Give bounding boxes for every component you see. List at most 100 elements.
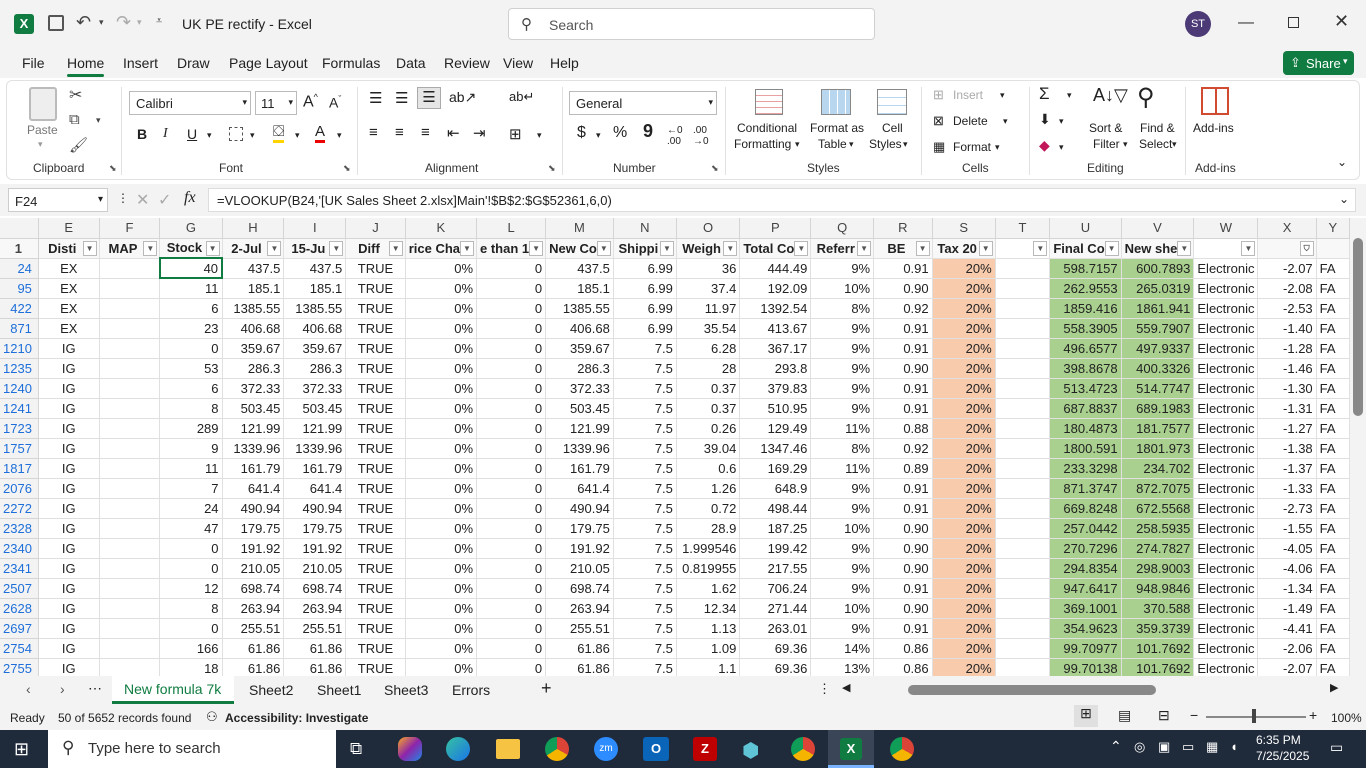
cell[interactable]: TRUE: [345, 258, 406, 279]
cell[interactable]: 0: [476, 458, 547, 479]
insert-function-icon[interactable]: fx: [184, 189, 196, 207]
cell[interactable]: [99, 538, 161, 559]
clear-icon[interactable]: ◆: [1039, 137, 1050, 154]
cell[interactable]: FA: [1316, 338, 1350, 359]
font-launcher-icon[interactable]: ⬊: [343, 163, 351, 174]
row-number[interactable]: 1210: [0, 338, 39, 359]
conditional-formatting-label-2[interactable]: Formatting: [734, 137, 791, 151]
cell[interactable]: 69.36: [739, 658, 812, 676]
user-avatar[interactable]: ST: [1185, 11, 1211, 37]
cell[interactable]: 0.92: [873, 438, 933, 459]
format-dropdown-icon[interactable]: ▾: [995, 142, 1000, 153]
cell[interactable]: 9%: [810, 558, 875, 579]
cell[interactable]: -2.06: [1257, 638, 1317, 659]
cell[interactable]: 9%: [810, 378, 875, 399]
cell[interactable]: 263.01: [739, 618, 812, 639]
cell-table[interactable]: E F G H I J K L M N O P Q R S T U V W X Y 1 Disti ▼ MAP ▼ Stock ▼ 2-…: [0, 218, 1350, 676]
paste-dropdown-icon[interactable]: ▾: [38, 139, 43, 150]
cell[interactable]: 0: [159, 618, 223, 639]
cell[interactable]: 406.68: [222, 318, 285, 339]
filter-dropdown-icon[interactable]: ▼: [794, 240, 809, 256]
cell[interactable]: 8%: [810, 298, 875, 319]
cell[interactable]: FA: [1316, 298, 1350, 319]
cell[interactable]: 0%: [405, 458, 478, 479]
clipboard-launcher-icon[interactable]: ⬊: [109, 163, 117, 174]
format-table-dropdown-icon[interactable]: ▾: [849, 139, 854, 150]
cell[interactable]: 192.09: [739, 278, 812, 299]
cell[interactable]: Electronic: [1193, 318, 1259, 339]
cell[interactable]: -1.37: [1257, 458, 1317, 479]
cell[interactable]: FA: [1316, 518, 1350, 539]
zoom-out-icon[interactable]: −: [1190, 707, 1198, 723]
insert-cells-label[interactable]: Insert: [953, 88, 983, 102]
cell[interactable]: [995, 518, 1051, 539]
cell[interactable]: 0: [476, 658, 547, 676]
align-left-icon[interactable]: ≡: [369, 124, 378, 141]
cell[interactable]: 0.91: [873, 398, 933, 419]
column-header[interactable]: L: [476, 218, 547, 239]
cell[interactable]: 255.51: [283, 618, 347, 639]
cell[interactable]: [99, 578, 161, 599]
restore-button[interactable]: [1288, 17, 1299, 28]
cell[interactable]: 1.999546: [676, 538, 741, 559]
cell[interactable]: 9%: [810, 618, 875, 639]
cell[interactable]: 7.5: [613, 378, 677, 399]
cell[interactable]: [995, 458, 1051, 479]
cell[interactable]: 121.99: [283, 418, 347, 439]
cell[interactable]: FA: [1316, 258, 1350, 279]
fill-color-icon[interactable]: ⛋: [273, 123, 285, 143]
row-number[interactable]: 2328: [0, 518, 39, 539]
cell[interactable]: 0: [476, 258, 547, 279]
cell[interactable]: 7.5: [613, 398, 677, 419]
cell[interactable]: 0.91: [873, 258, 933, 279]
page-break-view-icon[interactable]: ⊟: [1158, 707, 1170, 724]
row-number[interactable]: 2628: [0, 598, 39, 619]
sheet-tab-sheet3[interactable]: Sheet3: [384, 682, 428, 698]
cell[interactable]: 689.1983: [1121, 398, 1195, 419]
cell[interactable]: 0.90: [873, 358, 933, 379]
cell[interactable]: 6.28: [676, 338, 741, 359]
cell[interactable]: 20%: [932, 298, 996, 319]
cell[interactable]: -1.55: [1257, 518, 1317, 539]
cell[interactable]: 1801.973: [1121, 438, 1195, 459]
cell[interactable]: [995, 338, 1051, 359]
copy-dropdown-icon[interactable]: ▾: [96, 115, 101, 126]
cell[interactable]: 101.7692: [1121, 658, 1195, 676]
filter-dropdown-icon[interactable]: ▼: [1104, 240, 1119, 256]
row-number[interactable]: 95: [0, 278, 39, 299]
cell[interactable]: [99, 558, 161, 579]
cell[interactable]: 948.9846: [1121, 578, 1195, 599]
cell[interactable]: 69.36: [739, 638, 812, 659]
cell[interactable]: 437.5: [283, 258, 347, 279]
cell[interactable]: 496.6577: [1049, 338, 1122, 359]
cell[interactable]: -1.49: [1257, 598, 1317, 619]
cell[interactable]: 10%: [810, 518, 875, 539]
cell[interactable]: 20%: [932, 358, 996, 379]
cell[interactable]: 0: [476, 378, 547, 399]
cell[interactable]: 672.5568: [1121, 498, 1195, 519]
cell[interactable]: IG: [38, 458, 100, 479]
format-as-table-label-1[interactable]: Format as: [810, 121, 864, 135]
cell[interactable]: 20%: [932, 458, 996, 479]
clear-dropdown-icon[interactable]: ▾: [1059, 142, 1064, 153]
cell[interactable]: 61.86: [222, 658, 285, 676]
tray-camera-icon[interactable]: ◎: [1134, 739, 1145, 755]
redo-dropdown-icon[interactable]: ▾: [137, 17, 142, 28]
cell[interactable]: 359.67: [222, 338, 285, 359]
delete-cells-icon[interactable]: ⊠: [933, 113, 944, 129]
cell[interactable]: 47: [159, 518, 223, 539]
cell[interactable]: [995, 258, 1051, 279]
cell[interactable]: Electronic: [1193, 638, 1259, 659]
cell[interactable]: 271.44: [739, 598, 812, 619]
cell[interactable]: 0.90: [873, 538, 933, 559]
cell[interactable]: 0: [476, 478, 547, 499]
delete-dropdown-icon[interactable]: ▾: [1003, 116, 1008, 127]
cell[interactable]: Electronic: [1193, 498, 1259, 519]
cell[interactable]: TRUE: [345, 618, 406, 639]
cell[interactable]: 185.1: [222, 278, 285, 299]
save-icon[interactable]: [48, 15, 64, 31]
cell[interactable]: 7.5: [613, 358, 677, 379]
cell[interactable]: 210.05: [283, 558, 347, 579]
delete-cells-label[interactable]: Delete: [953, 114, 988, 128]
align-right-icon[interactable]: ≡: [421, 124, 430, 141]
